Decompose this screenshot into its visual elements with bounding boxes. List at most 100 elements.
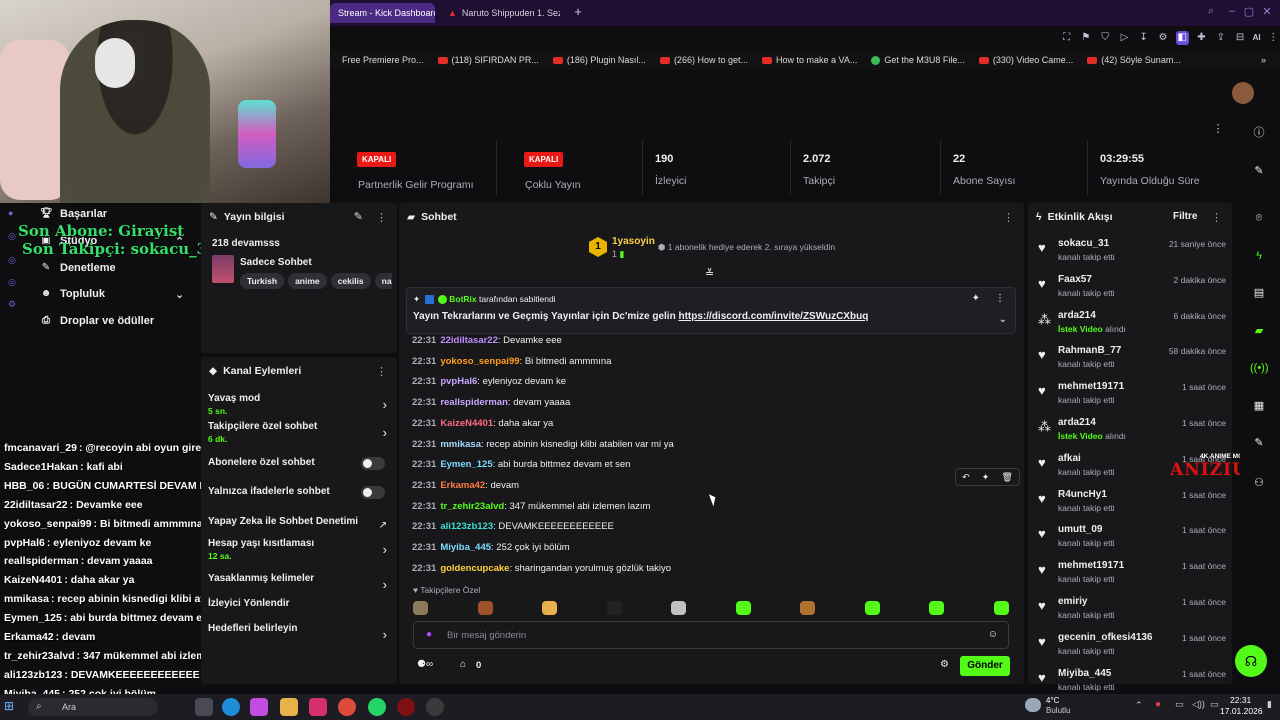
send-button[interactable]: Gönder (960, 656, 1010, 676)
microphone-icon[interactable]: ● (426, 629, 432, 640)
stream-tag[interactable]: cekilis (330, 273, 371, 289)
message-username[interactable]: goldencupcake (440, 563, 509, 574)
activity-item[interactable]: ♥ emiriy kanalı takip etti 1 saat önce (1038, 594, 1226, 628)
message-username[interactable]: reallspiderman (440, 397, 508, 408)
chevron-down-icon[interactable]: ⌄ (999, 314, 1007, 325)
close-window-icon[interactable]: ✕ (1260, 5, 1274, 19)
puzzle-icon[interactable]: ✚ (1195, 31, 1208, 45)
camera-icon[interactable]: ⌾ (1250, 209, 1268, 227)
avatar[interactable] (1232, 82, 1254, 104)
active-extension-icon[interactable]: ◧ (1175, 31, 1189, 45)
chat-message[interactable]: 22:31 Miyiba_445: 252 çok iyi bölüm (412, 542, 570, 553)
chat-message[interactable]: 22:31 reallspiderman: devam yaaaa (412, 397, 570, 408)
play-icon[interactable]: ▷ (1118, 31, 1131, 45)
search-box[interactable]: ⌕ Ara (28, 698, 158, 716)
search-tabs-icon[interactable]: ⌕ (1204, 5, 1218, 19)
message-username[interactable]: yokoso_senpai99 (440, 356, 519, 367)
bookmark-icon[interactable]: ⚑ (1079, 31, 1092, 45)
activity-username[interactable]: emiriy (1058, 596, 1087, 607)
minimize-icon[interactable]: – (1225, 5, 1239, 19)
emote-icon[interactable] (477, 601, 493, 615)
message-username[interactable]: Erkama42 (440, 480, 485, 491)
chat-message[interactable]: 22:31 goldencupcake: sharingandan yorulmu… (412, 563, 671, 574)
channel-action-row[interactable]: Takipçilere özel sohbet 6 dk. › (208, 421, 391, 444)
document-icon[interactable]: ▤ (1250, 284, 1268, 302)
chat-settings-icon[interactable]: ⚙ (940, 659, 949, 670)
tab-naruto[interactable]: ▲ Naruto Shippuden 1. Sezo ✕ (440, 3, 560, 23)
message-username[interactable]: tr_zehir23alvd (440, 501, 504, 512)
activity-item[interactable]: ♥ Faax57 kanalı takip etti 2 dakika önce (1038, 272, 1226, 306)
message-username[interactable]: Eymen_125 (440, 459, 492, 470)
store-icon[interactable]: ⌂ (460, 659, 466, 670)
activity-username[interactable]: Miyiba_445 (1058, 668, 1111, 679)
emote-icon[interactable] (929, 601, 944, 615)
chat-message[interactable]: 22:31 yokoso_senpai99: Bi bitmedi ammmına (412, 356, 611, 367)
stats-menu-icon[interactable]: ⋮ (1212, 122, 1224, 135)
activity-item[interactable]: ⁂ arda214 İstek Video alındı 6 dakika önce (1038, 308, 1226, 342)
activity-username[interactable]: R4uncHy1 (1058, 489, 1107, 500)
volume-icon[interactable]: ◁)) (1192, 699, 1205, 710)
chat-icon[interactable]: ▰ (1250, 322, 1268, 340)
activity-username[interactable]: mehmet19171 (1058, 381, 1124, 392)
stream-tag[interactable]: anime (288, 273, 327, 289)
extension-icon[interactable]: ⚙ (1156, 31, 1169, 45)
chrome-icon[interactable] (338, 698, 356, 716)
activity-item[interactable]: ♥ R4uncHy1 kanalı takip etti 1 saat önce (1038, 487, 1226, 521)
activity-username[interactable]: Faax57 (1058, 274, 1092, 285)
bits-icon[interactable]: ⚈∞ (417, 659, 433, 670)
toggle-switch[interactable] (361, 457, 385, 470)
task-view-icon[interactable] (195, 698, 213, 716)
message-username[interactable]: pvpHal6 (440, 376, 477, 387)
pencil-icon[interactable]: ✎ (1250, 162, 1268, 180)
chat-message[interactable]: 22:31 Erkama42: devam (412, 480, 519, 491)
activity-username[interactable]: arda214 (1058, 310, 1096, 321)
activity-item[interactable]: ♥ gecenin_ofkesi4136 kanalı takip etti 1 sa… (1038, 630, 1226, 664)
bookmark-item[interactable]: (118) SIFIRDAN PR... (437, 55, 539, 65)
windows-start-icon[interactable]: ⊞ (4, 699, 14, 713)
bookmark-item[interactable]: How to make a VA... (761, 55, 857, 65)
copilot-icon[interactable] (250, 698, 268, 716)
message-username[interactable]: KaizeN4401 (440, 418, 493, 429)
layout-icon[interactable]: ▦ (1250, 397, 1268, 415)
chat-message[interactable]: 22:31 mmikasa: recep abinin kisnedigi kli… (412, 439, 674, 450)
emote-icon[interactable] (800, 601, 815, 615)
edit-icon[interactable]: ✎ (354, 210, 363, 223)
chat-message[interactable]: 22:31 22idiltasar22: Devamke eee (412, 335, 562, 346)
activity-item[interactable]: ♥ mehmet19171 kanalı takip etti 1 saat önce (1038, 558, 1226, 592)
download-icon[interactable]: ↧ (1137, 31, 1150, 45)
chat-message[interactable]: 22:31 pvpHal6: eyleniyoz devam ke (412, 376, 566, 387)
channel-action-row[interactable]: Yalnızca ifadelerle sohbet (208, 486, 391, 499)
activity-item[interactable]: ♥ RahmanB_77 kanalı takip etti 58 dakika ön… (1038, 343, 1226, 377)
pin-message-icon[interactable]: ✦ (982, 472, 990, 483)
message-username[interactable]: ali123zb123 (440, 521, 493, 532)
activity-item[interactable]: ♥ umutt_09 kanalı takip etti 1 saat önce (1038, 522, 1226, 556)
emote-icon[interactable] (606, 601, 622, 615)
instagram-icon[interactable] (309, 698, 327, 716)
channel-action-row[interactable]: İzleyici Yönlendir (208, 598, 391, 609)
notifications-icon[interactable]: ▮ (1267, 699, 1272, 710)
channel-action-row[interactable]: Hedefleri belirleyin › (208, 623, 391, 642)
bookmark-item[interactable]: (42) Söyle Sunam... (1087, 55, 1181, 65)
activity-username[interactable]: umutt_09 (1058, 524, 1102, 535)
opera-icon[interactable] (397, 698, 415, 716)
users-icon[interactable]: ⚇ (1250, 474, 1268, 492)
more-options-icon[interactable]: ⋮ (1211, 211, 1222, 224)
stream-tag[interactable]: naru (374, 273, 392, 289)
bookmark-item[interactable]: Free Premiere Pro... (342, 55, 424, 65)
channel-action-row[interactable]: Yasaklanmış kelimeler › (208, 573, 391, 592)
edge-icon[interactable] (222, 698, 240, 716)
screenshot-icon[interactable]: ⛶ (1060, 31, 1073, 45)
bookmark-item[interactable]: Get the M3U8 File... (871, 55, 965, 65)
info-icon[interactable]: ⓘ (1250, 124, 1268, 142)
file-explorer-icon[interactable] (280, 698, 298, 716)
bookmarks-overflow-icon[interactable]: » (1261, 55, 1266, 65)
stream-tag[interactable]: Turkish (240, 273, 285, 289)
pinned-by[interactable]: BotRix (449, 294, 476, 304)
filter-button[interactable]: Filtre (1173, 211, 1197, 222)
lightning-icon[interactable]: ϟ (1250, 247, 1268, 265)
more-options-icon[interactable]: ⋮ (376, 365, 387, 378)
message-username[interactable]: mmikasa (440, 439, 481, 450)
ai-button[interactable]: AI (1253, 31, 1261, 45)
message-username[interactable]: Miyiba_445 (440, 542, 491, 553)
emote-icon[interactable] (993, 601, 1009, 615)
